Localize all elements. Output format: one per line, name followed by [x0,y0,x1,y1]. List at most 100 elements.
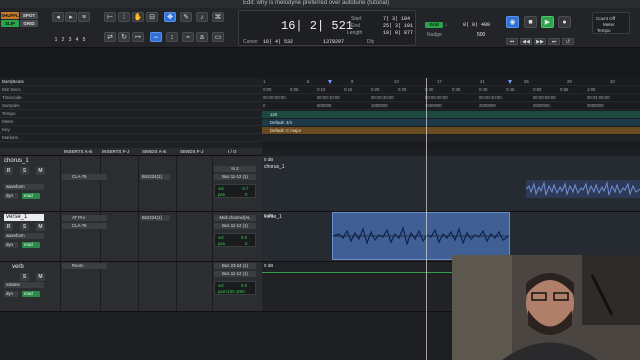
track-name[interactable]: chorus_1 [4,158,44,165]
mute-button[interactable]: M [36,223,45,231]
ruler-markers[interactable]: Markers [0,134,262,142]
ruler-key[interactable]: Key [0,126,262,134]
start-value[interactable]: 7| 3| 184 [383,16,410,22]
go-to-end-icon[interactable]: ⏭ [548,38,560,45]
ruler-tempo[interactable]: Tempo [0,110,262,118]
insert-slot[interactable]: Reom [62,263,107,269]
online-icon[interactable]: ◉ [506,16,519,28]
mode-grid-button[interactable]: GRID [20,20,38,27]
meter-strip[interactable]: Default: 4/4 [262,119,640,126]
input-selector[interactable]: Bus 23-24 (1) [214,263,256,269]
track-view-selector[interactable]: waveform [4,233,44,239]
playhead-cursor[interactable] [426,78,427,360]
countoff-label[interactable]: Count Off [596,16,615,21]
send-slot[interactable]: Bs2224(1) [140,215,170,221]
tempo-label[interactable]: Tempo [597,28,611,33]
mode-shuffle-button[interactable]: SHUFFLE [1,12,22,19]
verse-clip[interactable] [332,212,510,260]
commands-icon[interactable]: ▭ [212,32,224,42]
track-chorus-1[interactable]: chorus_1 R S M waveform dyn read CLA-76 … [0,156,262,212]
multi-tool-icon[interactable]: ✥ [164,12,176,22]
audio-zoom-icon[interactable]: ⌁ [182,32,194,42]
ruler-timecode[interactable]: Timecode [0,94,262,102]
record-enable-button[interactable]: R [4,223,13,231]
playlist-button[interactable]: dyn [4,242,18,248]
trim-tool-icon[interactable]: ⊢ [104,12,116,22]
track-name[interactable]: verse_1 [4,214,44,221]
output-selector[interactable]: Bus 11-12 (1) [214,271,256,277]
zoom-out-icon[interactable]: ◂ [52,12,64,22]
play-icon[interactable]: ▶ [541,16,554,28]
insert-slot[interactable]: AT Pro [62,215,107,221]
scrubber-tool-icon[interactable]: ♪ [196,12,208,22]
link-selection-icon[interactable]: ⇄ [104,32,116,42]
automation-mode[interactable]: read [22,193,40,199]
track-view-selector[interactable]: waveform [4,184,44,190]
pan-value[interactable]: 0 [245,241,247,246]
track-view-selector[interactable]: volume [4,282,44,288]
tab-to-transients-icon[interactable]: ↦ [132,32,144,42]
vol-value[interactable]: 0.0 [241,235,247,240]
grid-value[interactable]: 0| 0| 480 [463,22,490,28]
ruler-area[interactable]: 1 5 9 13 17 21 25 29 33 0:00 0:05 0:10 0… [262,78,640,150]
solo-button[interactable]: S [20,223,29,231]
insert-slot[interactable]: CLA-76 [62,174,107,180]
zoom-preset-3[interactable]: 3 [67,37,73,44]
pan-value[interactable]: <100 100> [225,289,246,294]
vertical-zoom-icon[interactable]: ≡ [78,12,90,22]
volume-pan-display[interactable]: vol -3.7 pan 0 [214,184,256,198]
output-selector[interactable]: Bus 11-12 (1) [214,223,256,229]
mode-slip-button[interactable]: SLIP [1,20,19,27]
send-slot[interactable]: Bs2224(1) [140,174,170,180]
fast-forward-icon[interactable]: ▶▶ [534,38,546,45]
lane-chorus-1[interactable]: 0 dB chorus_1 [262,156,640,212]
pan-value[interactable]: 0 [245,192,247,197]
output-selector[interactable]: Bus 11-12 (1) [214,174,256,180]
grid-toggle[interactable]: Grid [425,22,443,28]
loop-playback-icon[interactable]: ↺ [562,38,574,45]
solo-button[interactable]: S [20,167,29,175]
automation-mode[interactable]: read [22,242,40,248]
ruler-meter[interactable]: Meter [0,118,262,126]
vol-value[interactable]: 0.0 [241,283,247,288]
chorus-waveform[interactable] [526,180,640,198]
keyboard-focus-icon[interactable]: a [196,32,208,42]
selection-start-marker[interactable] [328,80,332,84]
stop-icon[interactable]: ■ [524,16,537,28]
record-enable-button[interactable]: R [4,167,13,175]
solo-button[interactable]: S [20,273,29,281]
zoom-preset-5[interactable]: 5 [81,37,87,44]
key-strip[interactable]: Default: C major [262,127,640,134]
link-tool-icon[interactable]: ⌘ [212,12,224,22]
end-value[interactable]: 25| 3| 101 [383,23,413,29]
main-counter-value[interactable]: 16| 2| 521 [281,19,353,33]
volume-pan-display[interactable]: vol 0.0 pan 0 [214,233,256,247]
record-icon[interactable]: ● [558,16,571,28]
pencil-tool-icon[interactable]: ✎ [180,12,192,22]
track-name[interactable]: verb [12,264,52,271]
track-verse-1[interactable]: verse_1 R S M waveform dyn read AT Pro C… [0,212,262,262]
zoom-in-icon[interactable]: ▸ [65,12,77,22]
mode-spot-button[interactable]: SPOT [20,12,38,19]
playlist-button[interactable]: dyn [4,291,18,297]
selection-end-marker[interactable] [508,80,512,84]
input-selector[interactable]: In 2 [214,166,256,172]
mirror-icon[interactable]: ⇔ [150,32,162,42]
mute-button[interactable]: M [36,273,45,281]
loop-icon[interactable]: ↻ [118,32,130,42]
playlist-button[interactable]: dyn [4,193,18,199]
ruler-min-secs[interactable]: Min:Secs [0,86,262,94]
insert-slot[interactable]: CLA-76 [62,223,107,229]
smart-tool-icon[interactable]: ⊟ [146,12,158,22]
markers-strip[interactable] [262,135,640,142]
ruler-bars-beats[interactable]: Bars|Beats [0,78,262,86]
zoom-preset-2[interactable]: 2 [60,37,66,44]
tempo-strip[interactable]: 120 [262,111,640,118]
rewind-to-start-icon[interactable]: ⏮ [506,38,518,45]
selector-tool-icon[interactable]: ⁞ [118,12,130,22]
track-verb[interactable]: verb S M volume dyn read Reom Bus 23-24 … [0,262,262,312]
grabber-tool-icon[interactable]: ✋ [132,12,144,22]
automation-mode[interactable]: read [22,291,40,297]
volume-pan-display[interactable]: vol 0.0 pan <100 100> [214,281,256,295]
nudge-value[interactable]: 500 [477,32,485,38]
